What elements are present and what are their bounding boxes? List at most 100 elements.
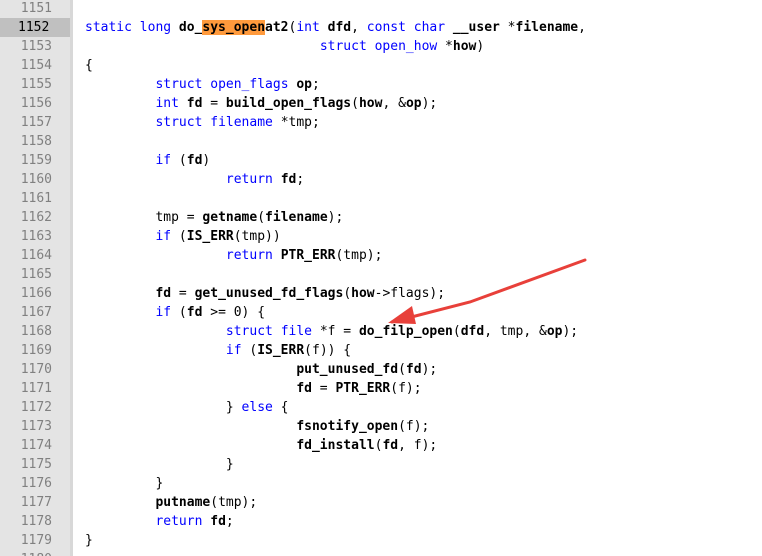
code-line[interactable]: 1152 static long do_sys_openat2(int dfd, … (0, 18, 762, 37)
line-number: 1177 (20, 495, 52, 510)
code-line[interactable]: 1180 (0, 550, 762, 556)
line-number: 1153 (20, 39, 52, 54)
code-line[interactable]: 1153 struct open_how *how) (0, 37, 762, 56)
code-line[interactable]: 1165 (0, 265, 762, 284)
code-line[interactable]: 1167 if (fd >= 0) { (0, 303, 762, 322)
line-code: fd_install(fd, f); (85, 436, 437, 455)
line-code: } (85, 531, 93, 550)
line-number: 1169 (20, 343, 52, 358)
code-token: filename (210, 115, 273, 130)
code-line[interactable]: 1157 struct filename *tmp; (0, 113, 762, 132)
line-code: struct open_flags op; (85, 75, 319, 94)
code-line[interactable]: 1162 tmp = getname(filename); (0, 208, 762, 227)
line-number: 1179 (20, 533, 52, 548)
code-line[interactable]: 1160 return fd; (0, 170, 762, 189)
line-number: 1175 (20, 457, 52, 472)
code-line[interactable]: 1175 } (0, 455, 762, 474)
code-token: = (171, 286, 195, 301)
code-line[interactable]: 1178 return fd; (0, 512, 762, 531)
code-token: file (280, 324, 312, 339)
line-number: 1178 (20, 514, 52, 529)
line-code: } else { (85, 398, 289, 417)
code-token: ); (421, 362, 438, 377)
code-line[interactable]: 1156 int fd = build_open_flags(how, &op)… (0, 94, 762, 113)
code-token: ( (241, 343, 258, 358)
line-code: if (fd) (85, 151, 210, 170)
code-token: (tmp)) (233, 229, 281, 244)
code-token: ); (421, 96, 438, 111)
code-line[interactable]: 1177 putname(tmp); (0, 493, 762, 512)
code-token: build_open_flags (225, 96, 352, 111)
code-token: *tmp; (272, 115, 320, 130)
code-token: ); (562, 324, 579, 339)
code-token: do_filp_open (358, 324, 453, 339)
line-number: 1170 (20, 362, 52, 377)
code-line[interactable]: 1171 fd = PTR_ERR(f); (0, 379, 762, 398)
line-code: struct open_how *how) (85, 37, 484, 56)
code-token: static long (85, 20, 179, 35)
line-code: struct file *f = do_filp_open(dfd, tmp, … (85, 322, 578, 341)
code-line[interactable]: 1158 (0, 132, 762, 151)
code-line[interactable]: 1155 struct open_flags op; (0, 75, 762, 94)
code-token: (f)) { (304, 343, 352, 358)
code-line[interactable]: 1176 } (0, 474, 762, 493)
code-token: return (225, 172, 281, 187)
code-editor[interactable]: 1151 1152 static long do_sys_openat2(int d… (0, 0, 762, 556)
code-line[interactable]: 1174 fd_install(fd, f); (0, 436, 762, 455)
code-line[interactable]: 1164 return PTR_ERR(tmp); (0, 246, 762, 265)
code-token: = (311, 381, 336, 396)
code-line[interactable]: 1161 (0, 189, 762, 208)
code-token: return (155, 514, 211, 529)
line-number: 1180 (0, 550, 52, 556)
code-line[interactable]: 1154 { (0, 56, 762, 75)
code-token: open_how (374, 39, 438, 54)
code-token: IS_ERR (186, 229, 234, 244)
line-number: 1163 (20, 229, 52, 244)
code-token: , & (382, 96, 406, 111)
code-token: (tmp); (335, 248, 383, 263)
code-token: dfd (327, 20, 352, 35)
code-token: struct (319, 39, 375, 54)
line-number: 1168 (20, 324, 52, 339)
code-line[interactable]: 1168 struct file *f = do_filp_open(dfd, … (0, 322, 762, 341)
code-line[interactable]: 1159 if (fd) (0, 151, 762, 170)
code-line[interactable]: 1172 } else { (0, 398, 762, 417)
line-code: } (85, 455, 234, 474)
code-token: open_flags (210, 77, 289, 92)
code-line[interactable]: 1179} (0, 531, 762, 550)
line-code: { (85, 56, 93, 75)
code-line[interactable]: 1166 fd = get_unused_fd_flags(how->flags… (0, 284, 762, 303)
line-code: static long do_sys_openat2(int dfd, cons… (85, 18, 586, 37)
code-token: int (296, 20, 328, 35)
code-line[interactable]: 1151 (0, 0, 762, 18)
code-token: (f); (390, 381, 422, 396)
line-number: 1151 (20, 1, 52, 16)
code-token: getname (202, 210, 258, 225)
code-token: ( (171, 305, 187, 320)
line-code: tmp = getname(filename); (85, 208, 343, 227)
code-line[interactable]: 1173 fsnotify_open(f); (0, 417, 762, 436)
code-token: return (225, 248, 281, 263)
code-token: ( (351, 96, 359, 111)
line-number: 1174 (20, 438, 52, 453)
code-token: ( (171, 229, 187, 244)
code-line[interactable]: 1170 put_unused_fd(fd); (0, 360, 762, 379)
code-token: fd (186, 96, 203, 111)
line-code: struct filename *tmp; (85, 113, 320, 132)
line-code: return PTR_ERR(tmp); (85, 246, 383, 265)
code-token: fd (405, 362, 422, 377)
line-number: 1171 (20, 381, 52, 396)
code-line[interactable]: 1163 if (IS_ERR(tmp)) (0, 227, 762, 246)
code-token: , tmp, & (484, 324, 547, 339)
line-number: 1164 (20, 248, 52, 263)
line-code: } (85, 474, 163, 493)
code-token: how (452, 39, 477, 54)
code-line[interactable]: 1169 if (IS_ERR(f)) { (0, 341, 762, 360)
code-token: op (546, 324, 563, 339)
line-number: 1152 (0, 18, 70, 37)
